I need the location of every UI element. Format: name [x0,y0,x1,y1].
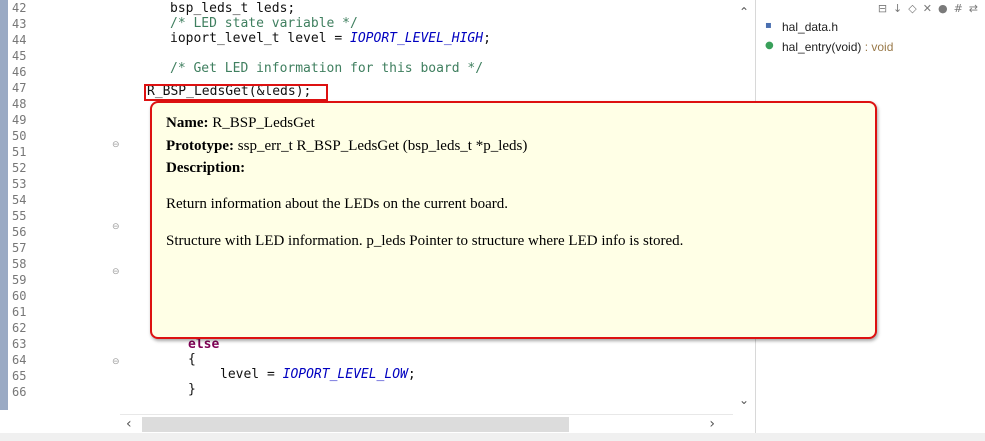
link-editor-icon[interactable]: ⇄ [969,2,978,16]
line-number: 61 [12,305,27,319]
hide-defines-icon[interactable]: # [954,2,963,16]
horizontal-scrollbar[interactable]: ‹ › [120,414,733,434]
line-number: 63 [12,337,27,351]
line-number: 55 [12,209,27,223]
tooltip-param-text: Structure with LED information. p_leds P… [166,233,684,249]
code-line-62[interactable]: else [188,337,219,352]
code-line-63[interactable]: { [188,352,196,367]
line-number: 58 [12,257,27,271]
function-icon: ● [765,40,774,51]
editor-gutter-bar [0,0,8,410]
line-number: 49 [12,113,27,127]
code-line-65[interactable]: } [188,382,196,397]
tooltip-name: Name: R_BSP_LedsGet [166,115,315,131]
line-number: 53 [12,177,27,191]
line-number: 65 [12,369,27,383]
outline-item-hal-data[interactable]: ▪ hal_data.h [765,20,838,38]
hide-static-icon[interactable]: ✕ [923,2,932,16]
sort-icon[interactable]: ↓ [893,2,902,16]
collapse-all-icon[interactable]: ⊟ [878,2,887,16]
code-line-64[interactable]: level = IOPORT_LEVEL_LOW; [220,367,416,382]
hide-fields-icon[interactable]: ◇ [908,2,916,16]
line-number: 60 [12,289,27,303]
hover-info-popup[interactable]: Name: R_BSP_LedsGet Prototype: ssp_err_t… [150,101,877,339]
scroll-up-icon[interactable]: ⌃ [739,5,749,19]
line-number: 54 [12,193,27,207]
line-number: 50 [12,129,27,143]
tooltip-description-text: Return information about the LEDs on the… [166,196,508,212]
code-line-43[interactable]: /* LED state variable */ [170,16,358,31]
line-number: 47 [12,81,27,95]
tooltip-description-label: Description: [166,160,246,176]
tooltip-prototype: Prototype: ssp_err_t R_BSP_LedsGet (bsp_… [166,138,528,154]
scroll-left-icon[interactable]: ‹ [126,415,132,434]
code-line-46[interactable]: /* Get LED information for this board */ [170,61,483,76]
line-number: 62 [12,321,27,335]
line-number: 43 [12,17,27,31]
code-line-44[interactable]: ioport_level_t level = IOPORT_LEVEL_HIGH… [170,31,491,46]
status-strip [0,433,985,441]
line-number: 59 [12,273,27,287]
line-number: 57 [12,241,27,255]
code-line-42[interactable]: bsp_leds_t leds; [170,1,295,16]
line-number: 56 [12,225,27,239]
line-number: 51 [12,145,27,159]
scroll-down-icon[interactable]: ⌄ [739,393,749,407]
horizontal-scroll-thumb[interactable] [142,417,569,432]
fold-toggle-icon[interactable]: ⊖ [112,267,122,277]
line-number: 42 [12,1,27,15]
line-number: 64 [12,353,27,367]
fold-toggle-icon[interactable]: ⊖ [112,222,122,232]
hide-nonpublic-icon[interactable]: ● [938,2,948,16]
line-number: 52 [12,161,27,175]
line-number: 48 [12,97,27,111]
outline-toolbar: ⊟ ↓ ◇ ✕ ● # ⇄ [878,2,978,16]
line-number: 46 [12,65,27,79]
line-number: 45 [12,49,27,63]
line-number: 66 [12,385,27,399]
scroll-right-icon[interactable]: › [709,415,715,434]
include-file-icon: ▪ [765,20,772,31]
line-number: 44 [12,33,27,47]
highlighted-function-call [144,84,328,101]
fold-toggle-icon[interactable]: ⊖ [112,357,122,367]
fold-toggle-icon[interactable]: ⊖ [112,140,122,150]
outline-item-hal-entry[interactable]: ● hal_entry(void) : void [765,40,893,58]
